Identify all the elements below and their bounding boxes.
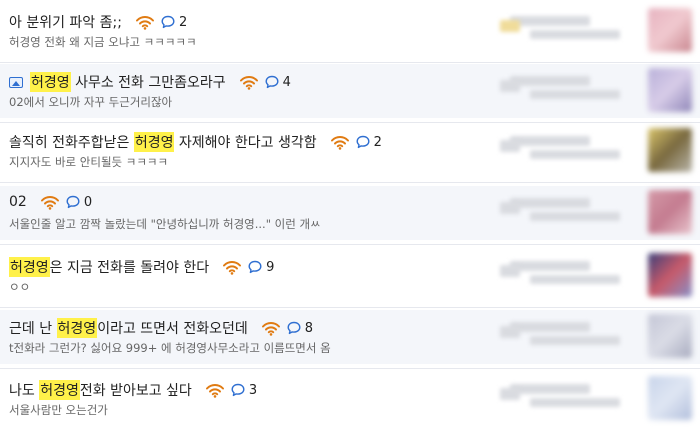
post-thumbnail[interactable] [648,68,692,112]
search-highlight: 허경영 [56,318,98,338]
search-highlight: 허경영 [9,257,50,277]
post-item[interactable]: 나도 허경영 전화 받아보고 싶다 3 서울사람만 오는건가 [0,372,700,426]
post-title-text: 아 분위기 파악 좀;; [9,15,122,31]
wifi-icon [223,260,242,275]
search-highlight: 허경영 [39,380,80,400]
row-divider [0,182,700,183]
comment-bubble-icon [287,321,301,335]
wifi-icon [40,195,59,210]
post-title[interactable]: 아 분위기 파악 좀;; 2 [9,12,187,32]
post-title[interactable]: 근데 난 허경영 이라고 뜨면서 전화오던데 8 [9,318,313,338]
post-title-text: 근데 난 [9,321,57,337]
post-title[interactable]: 나도 허경영 전화 받아보고 싶다 3 [9,380,257,400]
wifi-icon [135,15,154,30]
comment-count: 4 [282,74,291,90]
post-meta: 0 [40,195,92,210]
search-highlight: 허경영 [30,72,71,92]
row-divider [0,62,700,63]
blurred-author-info [500,382,630,410]
blurred-author-info [500,14,630,42]
post-title[interactable]: 허경영 사무소 전화 그만좀오라구 4 [9,72,291,92]
comment-count: 9 [266,259,275,275]
comment-count: 2 [178,14,188,30]
comment-bubble-icon [66,195,80,209]
post-thumbnail[interactable] [648,376,692,420]
post-title-text: 전화 받아보고 싶다 [79,383,192,399]
blurred-author-info [500,320,630,348]
comment-bubble-icon [231,383,245,397]
post-title-text: 이라고 뜨면서 전화오던데 [97,321,248,337]
row-divider [0,122,700,123]
wifi-icon [205,383,224,398]
comment-count: 3 [248,382,258,398]
comment-bubble-icon [248,260,262,274]
post-title[interactable]: 허경영 은 지금 전화를 돌려야 한다 9 [9,257,274,277]
post-preview: t전화라 그런가? 싫어요 999+ 에 허경영사무소라고 이름뜨면서 옴 [9,341,331,355]
post-preview: 서울인줄 알고 깜짝 놀랐는데 "안녕하십니까 허경영..." 이런 개ㅆ [9,217,321,231]
post-meta: 3 [205,383,257,398]
post-item[interactable]: 솔직히 전화주합낟은 허경영 자제해야 한다고 생각함 2 지지자도 바로 안티될듯… [0,124,700,178]
post-title-text: 은 지금 전화를 돌려야 한다 [49,260,210,276]
post-thumbnail[interactable] [648,128,692,172]
post-meta: 2 [330,135,382,150]
wifi-icon [330,135,349,150]
post-preview: 02에서 오니까 자꾸 두근거리잖아 [9,95,173,109]
row-divider [0,307,700,308]
post-item[interactable]: 허경영 은 지금 전화를 돌려야 한다 9 ㅇㅇ [0,249,700,303]
post-item[interactable]: 아 분위기 파악 좀;; 2 허경영 전화 왜 지금 오냐고 ㅋㅋㅋㅋㅋ [0,4,700,58]
post-thumbnail[interactable] [648,314,692,358]
post-title[interactable]: 솔직히 전화주합낟은 허경영 자제해야 한다고 생각함 2 [9,132,382,152]
post-title-text: 02 [9,194,27,210]
post-preview: 허경영 전화 왜 지금 오냐고 ㅋㅋㅋㅋㅋ [9,35,197,49]
blurred-author-info [500,134,630,162]
post-thumbnail[interactable] [648,253,692,297]
wifi-icon [261,321,280,336]
comment-count: 2 [373,134,382,150]
post-title-text: 자제해야 한다고 생각함 [174,135,317,151]
post-thumbnail[interactable] [648,8,692,52]
post-preview: 서울사람만 오는건가 [9,403,108,417]
comment-count: 8 [304,320,314,336]
wifi-icon [239,75,258,90]
blurred-author-info [500,74,630,102]
post-thumbnail[interactable] [648,190,692,234]
image-icon [9,76,23,88]
post-feed: 아 분위기 파악 좀;; 2 허경영 전화 왜 지금 오냐고 ㅋㅋㅋㅋㅋ 허경영 사무… [0,0,700,432]
comment-bubble-icon [161,15,175,29]
comment-bubble-icon [265,75,279,89]
post-meta: 9 [222,260,274,275]
post-title-text: 솔직히 전화주합낟은 [9,135,134,151]
comment-bubble-icon [356,135,370,149]
blurred-author-info [500,196,630,224]
post-meta: 2 [135,15,187,30]
post-meta: 8 [261,321,313,336]
comment-count: 0 [83,194,93,210]
post-title-text: 나도 [9,383,40,399]
post-meta: 4 [239,75,291,90]
post-title[interactable]: 02 0 [9,194,92,210]
row-divider [0,244,700,245]
post-preview: ㅇㅇ [9,280,31,294]
post-item[interactable]: 허경영 사무소 전화 그만좀오라구 4 02에서 오니까 자꾸 두근거리잖아 [0,64,700,118]
row-divider [0,368,700,369]
post-preview: 지지자도 바로 안티될듯 ㅋㅋㅋㅋ [9,155,169,169]
blurred-author-info [500,259,630,287]
post-title-text: 사무소 전화 그만좀오라구 [70,75,226,91]
post-item[interactable]: 02 0 서울인줄 알고 깜짝 놀랐는데 "안녕하십니까 허경영..." 이런 개ㅆ [0,186,700,240]
post-item[interactable]: 근데 난 허경영 이라고 뜨면서 전화오던데 8 t전화라 그런가? 싫어요 999+… [0,310,700,364]
search-highlight: 허경영 [133,132,175,152]
